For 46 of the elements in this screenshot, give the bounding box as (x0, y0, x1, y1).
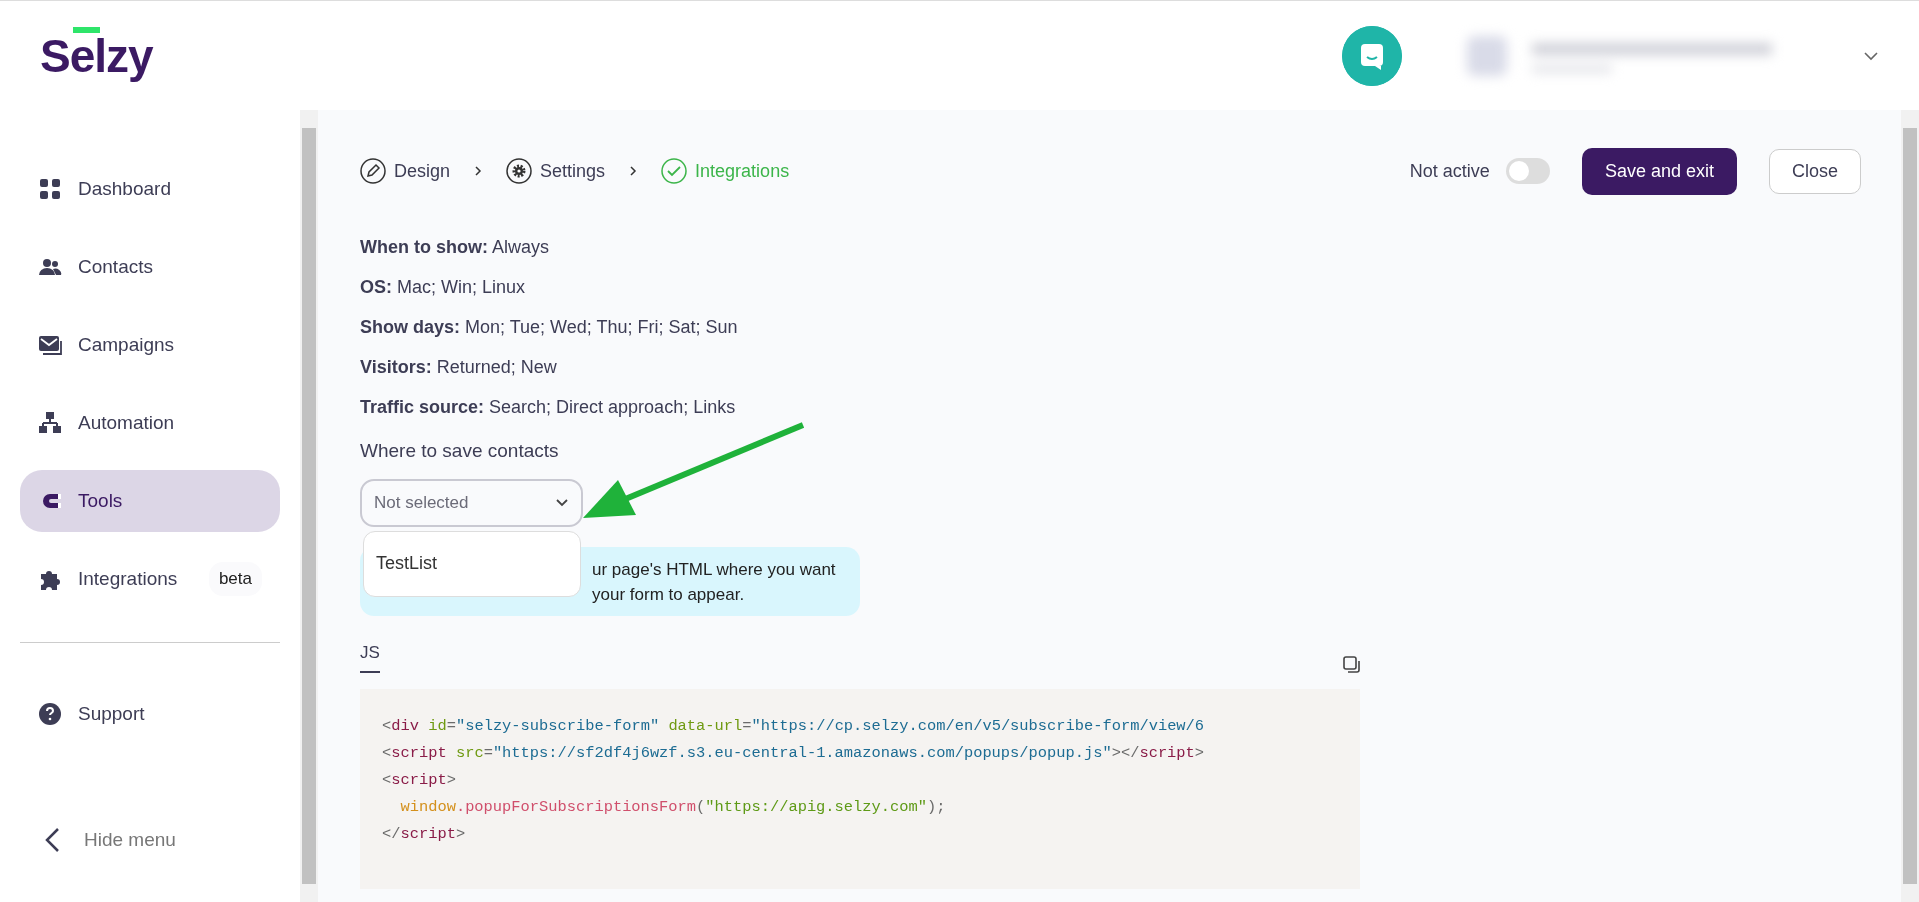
chat-icon[interactable] (1342, 25, 1402, 86)
help-icon (38, 702, 62, 726)
copy-icon[interactable] (1343, 656, 1360, 673)
scrollbar[interactable] (300, 110, 318, 902)
close-button[interactable]: Close (1768, 148, 1861, 194)
sidebar-item[interactable]: Automation (20, 392, 280, 454)
step-link[interactable]: Settings (540, 157, 606, 185)
dropdown-option[interactable]: TestList (363, 530, 581, 597)
sidebar-item[interactable]: Contacts (20, 236, 280, 298)
status-label: Not active (1409, 159, 1490, 183)
summary-line: Visitors: Returned; New (360, 356, 558, 379)
code-line: </script> (382, 824, 467, 845)
sidebar-item[interactable]: Campaigns (20, 314, 280, 376)
hide-menu-link[interactable]: Hide menu (84, 825, 176, 854)
sidebar-item[interactable]: Dashboard (20, 158, 280, 220)
field-label: Where to save contacts (360, 439, 560, 463)
step-link[interactable]: Design (394, 157, 451, 185)
mail-icon (38, 333, 62, 357)
logo[interactable]: Selzy (40, 22, 157, 89)
pencil-icon (360, 158, 386, 184)
sidebar-item[interactable]: Integrations beta (20, 548, 280, 610)
summary-line: Traffic source: Search; Direct approach; Links (360, 396, 737, 419)
gear-icon (506, 158, 533, 184)
code-line: <div id="selzy-subscribe-form" data-url="https://cp.selzy.com/en/v5/subscribe-form/view/6 (382, 716, 1206, 737)
hierarchy-icon (38, 411, 62, 435)
list-select[interactable]: Not selected (360, 478, 583, 527)
scrollbar[interactable] (1901, 110, 1919, 902)
summary-line: Show days: Mon; Tue; Wed; Thu; Fri; Sat; Sun (360, 316, 739, 339)
toggle-switch[interactable] (1505, 158, 1550, 184)
save-and-exit-button[interactable]: Save and exit (1581, 147, 1737, 195)
chevron-left-icon[interactable] (44, 826, 60, 853)
chevron-right-icon (629, 165, 638, 177)
check-circle-icon (661, 158, 688, 184)
sidebar-item[interactable]: Tools (20, 470, 280, 532)
grid-icon (38, 177, 62, 201)
code-line: <script> (382, 770, 457, 791)
support-link[interactable]: Support (20, 683, 280, 745)
beta-badge: beta (208, 562, 262, 596)
code-line: <script src="https://sf2df4j6wzf.s3.eu-central-1.amazonaws.com/popups/popup.js"></script> (382, 743, 1206, 764)
code-line: window.popupForSubscriptionsForm("https://apig.selzy.com"); (399, 797, 947, 818)
code-tab[interactable]: JS (360, 639, 380, 673)
chevron-down-icon (555, 498, 569, 507)
summary-line: OS: Mac; Win; Linux (360, 276, 527, 299)
summary-line: When to show: Always (360, 236, 550, 259)
chevron-right-icon (474, 165, 483, 177)
chevron-down-icon[interactable] (1863, 50, 1879, 61)
